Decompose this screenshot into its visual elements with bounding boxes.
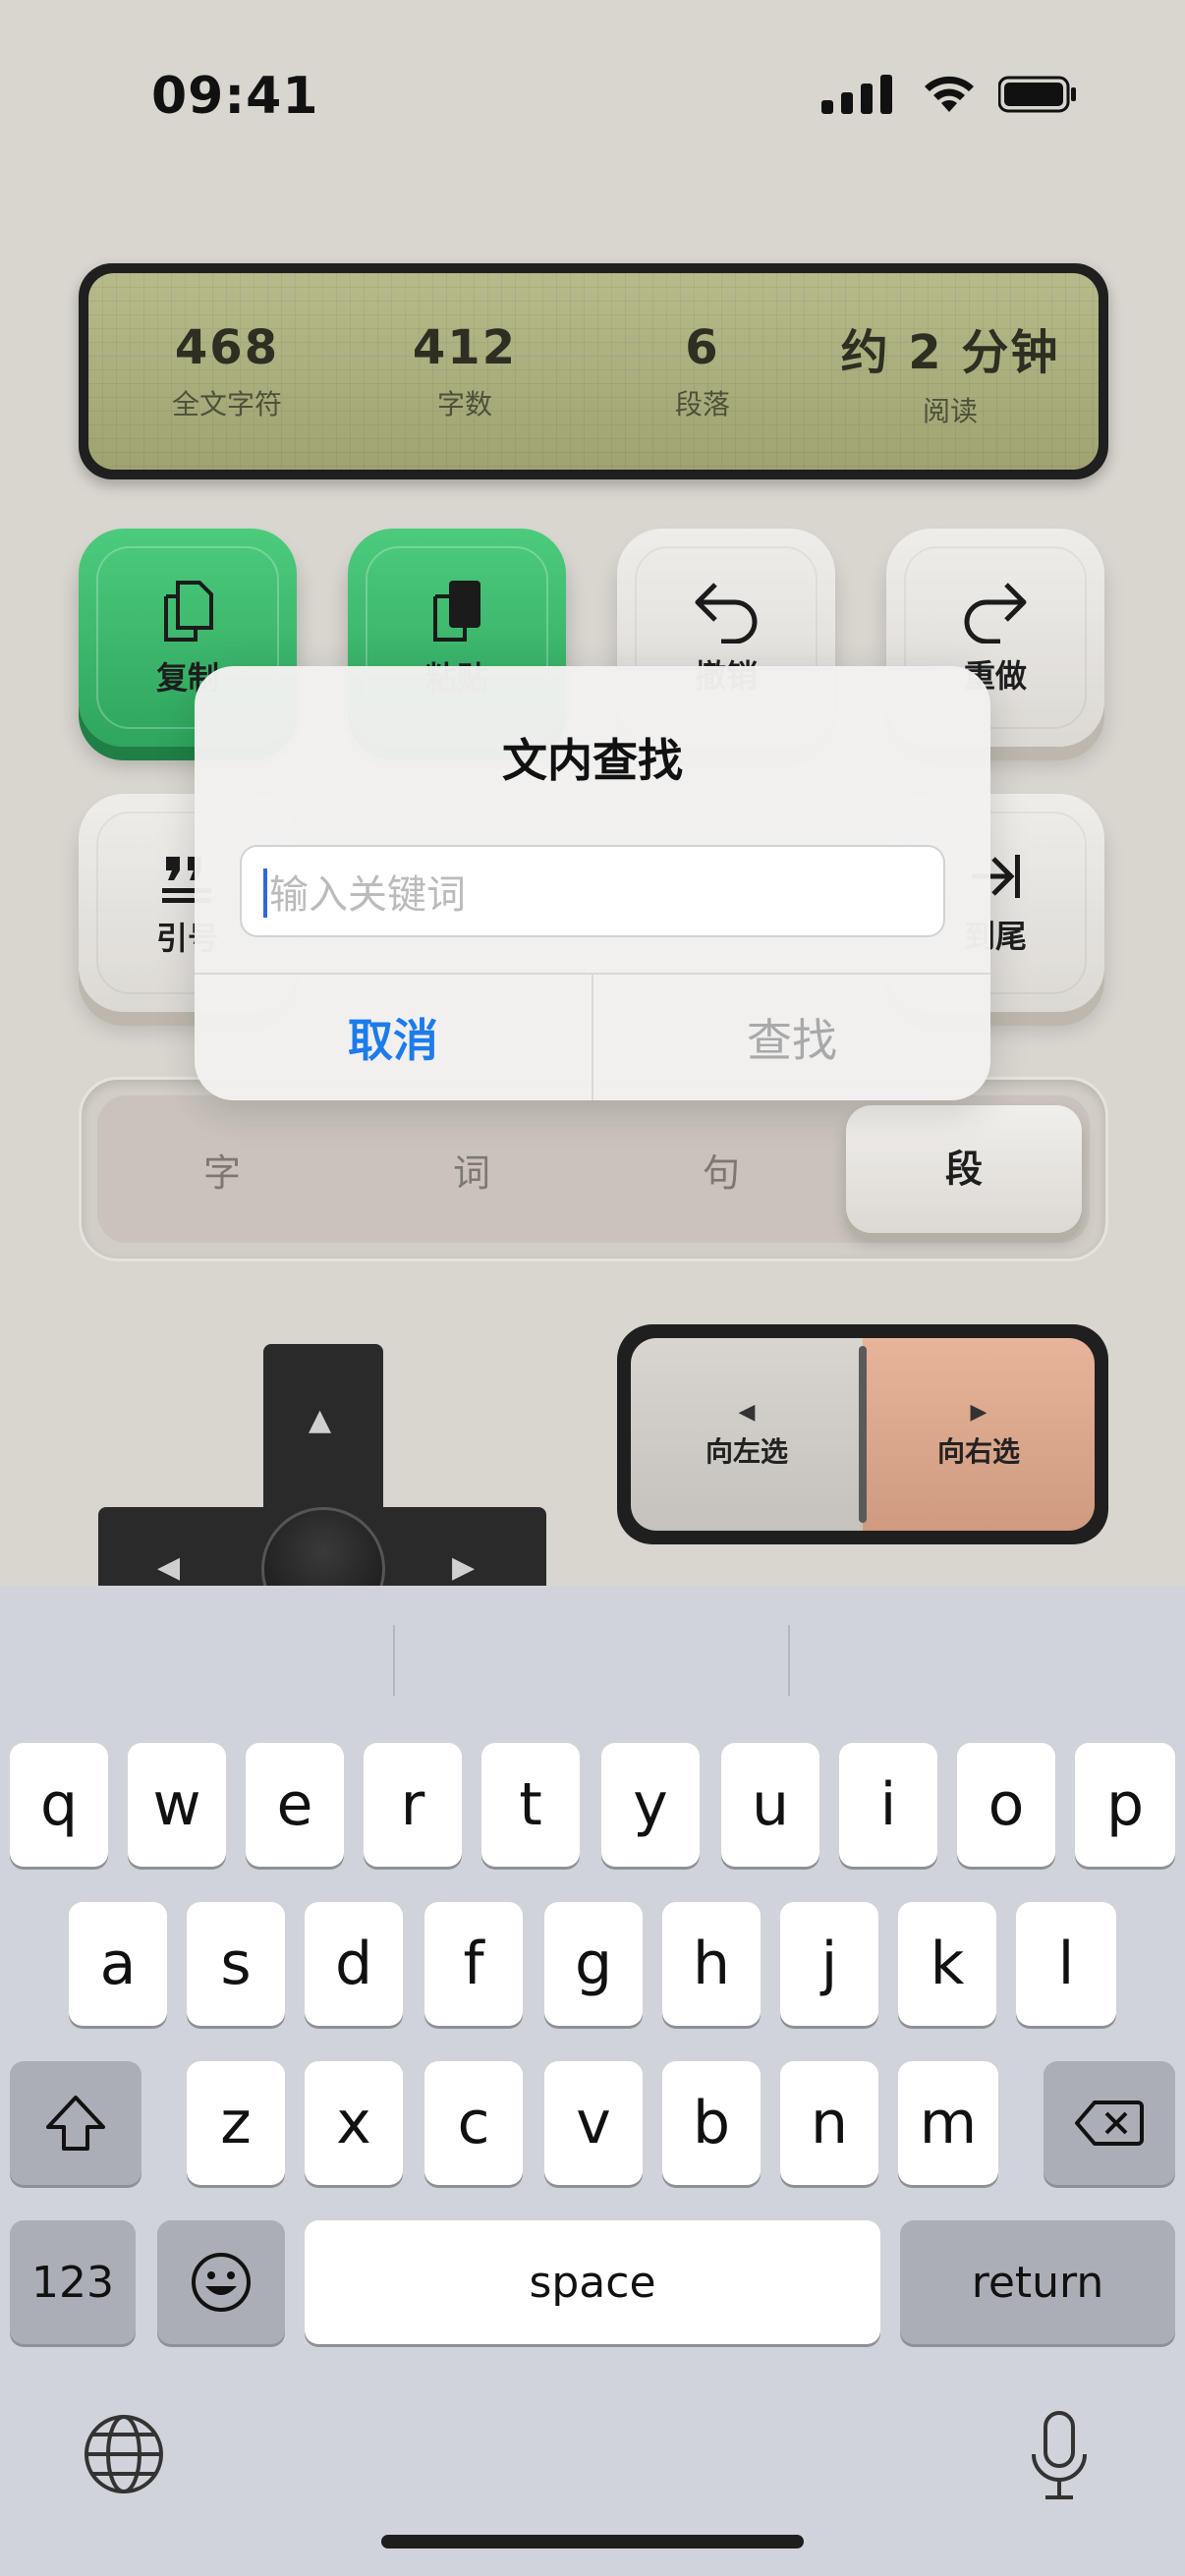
wifi-icon (925, 76, 974, 112)
stat-words: 412 字数 (347, 320, 583, 422)
find-button[interactable]: 查找 (593, 975, 990, 1100)
dialog-title: 文内查找 (502, 734, 683, 787)
dpad-right-button[interactable]: ▶ (452, 1550, 475, 1585)
key-i[interactable]: i (839, 1743, 937, 1867)
stat-characters: 468 全文字符 (109, 320, 345, 422)
granularity-paragraph[interactable]: 段 (846, 1105, 1082, 1233)
key-f[interactable]: f (424, 1902, 523, 2026)
shift-icon (46, 2096, 105, 2151)
stats-display: 468 全文字符 412 字数 6 段落 约 2 分钟 阅读 (79, 263, 1108, 479)
granularity-word[interactable]: 词 (347, 1143, 596, 1197)
search-input[interactable]: 输入关键词 (240, 845, 945, 937)
key-p[interactable]: p (1075, 1743, 1175, 1867)
key-m[interactable]: m (898, 2061, 998, 2185)
dialog-actions: 取消 查找 (195, 973, 990, 1100)
key-l[interactable]: l (1016, 1902, 1116, 2026)
stat-label: 阅读 (922, 395, 978, 427)
find-dialog: 文内查找 输入关键词 取消 查找 (195, 666, 990, 1100)
granularity-char[interactable]: 字 (97, 1143, 347, 1197)
emoji-key[interactable] (157, 2220, 285, 2344)
key-y[interactable]: y (601, 1743, 700, 1867)
delete-icon (1075, 2100, 1144, 2146)
status-time: 09:41 (151, 67, 319, 126)
select-right-label: 向右选 (936, 1434, 1020, 1468)
key-n[interactable]: n (780, 2061, 878, 2185)
stat-label: 全文字符 (171, 388, 282, 420)
stat-label: 段落 (674, 388, 730, 420)
select-right-button[interactable]: ▶ 向右选 (863, 1338, 1095, 1531)
stat-value: 468 (174, 320, 280, 375)
text-caret (263, 868, 267, 918)
key-s[interactable]: s (187, 1902, 285, 2026)
key-o[interactable]: o (957, 1743, 1055, 1867)
key-r[interactable]: r (364, 1743, 462, 1867)
home-indicator[interactable] (381, 2535, 804, 2548)
key-j[interactable]: j (780, 1902, 878, 2026)
granularity-sentence[interactable]: 句 (596, 1143, 846, 1197)
key-a[interactable]: a (69, 1902, 167, 2026)
space-key[interactable]: space (305, 2220, 880, 2344)
stat-reading-time: 约 2 分钟 阅读 (822, 313, 1078, 429)
key-h[interactable]: h (662, 1902, 761, 2026)
right-arrow-icon: ▶ (970, 1399, 988, 1425)
left-arrow-icon: ◀ (738, 1399, 756, 1425)
stat-paragraphs: 6 段落 (585, 320, 820, 422)
stat-value: 412 (412, 320, 518, 375)
delete-key[interactable] (1044, 2061, 1175, 2185)
keyboard: q w e r t y u i o p a s d f g h j k l z … (0, 1586, 1185, 2576)
key-c[interactable]: c (424, 2061, 523, 2185)
key-z[interactable]: z (187, 2061, 285, 2185)
key-d[interactable]: d (305, 1902, 403, 2026)
key-u[interactable]: u (721, 1743, 819, 1867)
stat-value: 约 2 分钟 (840, 325, 1060, 380)
selection-direction-toggle: ◀ 向左选 ▶ 向右选 (617, 1324, 1108, 1544)
search-placeholder: 输入关键词 (269, 872, 466, 918)
dpad-left-button[interactable]: ◀ (157, 1550, 180, 1585)
direction-pad: ▲ ◀ ▶ (98, 1344, 546, 1590)
microphone-icon[interactable] (1028, 2411, 1091, 2501)
key-q[interactable]: q (10, 1743, 108, 1867)
emoji-icon (192, 2253, 251, 2312)
globe-icon[interactable] (83, 2413, 165, 2495)
dpad-up-button[interactable]: ▲ (309, 1403, 331, 1437)
stat-label: 字数 (436, 388, 492, 420)
granularity-selector: 字 词 句 段 (79, 1077, 1108, 1261)
battery-icon (998, 76, 1076, 113)
status-icons (821, 75, 1077, 114)
select-left-label: 向左选 (705, 1434, 788, 1468)
key-e[interactable]: e (246, 1743, 344, 1867)
cancel-button[interactable]: 取消 (195, 975, 593, 1100)
granularity-track: 字 词 句 段 (97, 1095, 1090, 1243)
key-t[interactable]: t (481, 1743, 580, 1867)
suggestion-bar (0, 1586, 1185, 1713)
return-key[interactable]: return (900, 2220, 1175, 2344)
select-left-button[interactable]: ◀ 向左选 (631, 1338, 863, 1531)
toggle-divider (859, 1346, 867, 1523)
key-w[interactable]: w (128, 1743, 226, 1867)
shift-key[interactable] (10, 2061, 141, 2185)
key-k[interactable]: k (898, 1902, 996, 2026)
cellular-signal-icon (821, 75, 892, 114)
stat-value: 6 (685, 320, 720, 375)
key-v[interactable]: v (544, 2061, 643, 2185)
key-g[interactable]: g (544, 1902, 643, 2026)
key-x[interactable]: x (305, 2061, 403, 2185)
status-bar: 09:41 (0, 0, 1185, 187)
stats-display-screen: 468 全文字符 412 字数 6 段落 约 2 分钟 阅读 (88, 273, 1099, 470)
numbers-key[interactable]: 123 (10, 2220, 136, 2344)
key-b[interactable]: b (662, 2061, 761, 2185)
